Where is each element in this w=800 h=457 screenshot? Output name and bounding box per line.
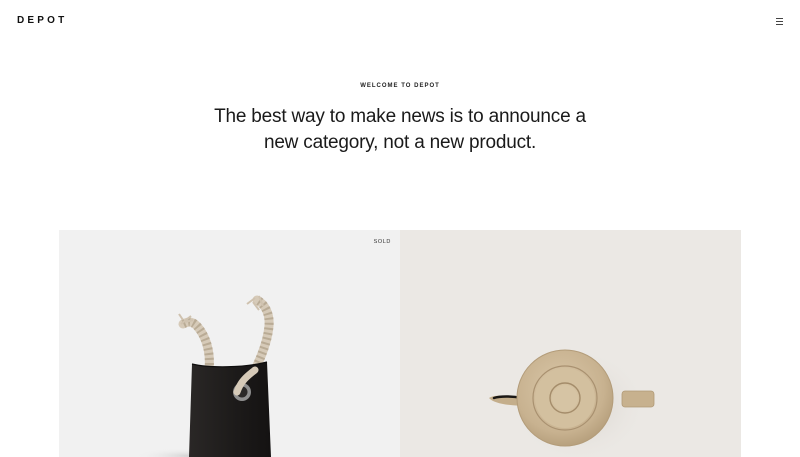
teapot-product-image bbox=[489, 347, 655, 457]
site-logo[interactable]: DEPOT bbox=[17, 14, 67, 28]
hero-eyebrow: WELCOME TO DEPOT bbox=[360, 83, 440, 89]
hamburger-menu-icon[interactable] bbox=[772, 14, 788, 28]
site-header: DEPOT bbox=[0, 0, 800, 44]
hero-section: WELCOME TO DEPOT The best way to make ne… bbox=[0, 80, 800, 156]
product-grid: SOLD bbox=[59, 230, 741, 457]
bag-product-image bbox=[134, 295, 274, 457]
menu-line bbox=[776, 21, 783, 22]
hero-headline: The best way to make news is to announce… bbox=[214, 106, 586, 153]
product-card-bag[interactable]: SOLD bbox=[59, 230, 400, 457]
menu-line bbox=[776, 18, 783, 19]
sold-badge: SOLD bbox=[373, 239, 391, 245]
menu-line bbox=[776, 24, 783, 25]
page: DEPOT WELCOME TO DEPOT The best way to m… bbox=[0, 0, 800, 457]
product-card-teapot[interactable] bbox=[400, 230, 741, 457]
